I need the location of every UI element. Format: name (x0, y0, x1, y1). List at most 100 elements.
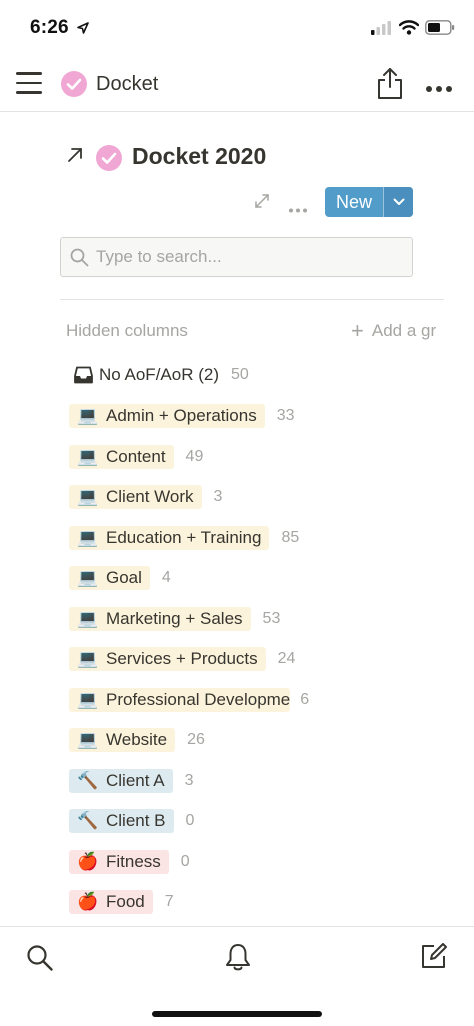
laptop-icon: 💻 (77, 690, 99, 709)
bell-icon[interactable] (224, 942, 252, 977)
new-button[interactable]: New (325, 187, 413, 217)
group-tag: 🔨 Client B (69, 809, 174, 833)
bottom-toolbar (0, 926, 474, 1026)
list-item[interactable]: 🔨 Client A 3 (0, 761, 474, 801)
laptop-icon: 💻 (77, 447, 99, 466)
group-count: 24 (277, 650, 296, 667)
search-input[interactable] (96, 244, 396, 270)
group-count: 26 (187, 731, 205, 748)
compose-icon[interactable] (420, 942, 448, 975)
chevron-down-icon[interactable] (383, 187, 413, 217)
location-arrow-icon (77, 21, 89, 39)
open-as-page-arrow-icon[interactable] (66, 146, 84, 169)
group-count: 7 (164, 893, 174, 910)
search-icon (70, 248, 89, 272)
apple-icon: 🍎 (77, 892, 99, 911)
nav-page-title[interactable]: Docket (96, 73, 158, 96)
laptop-icon: 💻 (77, 528, 99, 547)
laptop-icon: 💻 (77, 649, 99, 668)
list-item[interactable]: 💻 Marketing + Sales 53 (0, 599, 474, 639)
menu-icon[interactable] (16, 72, 42, 96)
search-field[interactable] (60, 237, 413, 277)
group-tag: 💻 Professional Developme (69, 688, 291, 712)
group-count: 49 (185, 448, 204, 465)
laptop-icon: 💻 (77, 609, 99, 628)
group-label: Content (106, 447, 166, 466)
laptop-icon: 💻 (77, 568, 99, 587)
group-label: Client A (106, 771, 165, 790)
expand-icon[interactable] (254, 193, 270, 214)
group-tag: 💻 Services + Products (69, 647, 266, 671)
add-group-button[interactable]: + Add a gr (351, 321, 444, 341)
status-time: 6:26 (30, 17, 69, 38)
home-indicator (152, 1011, 322, 1017)
new-button-label[interactable]: New (325, 187, 383, 217)
group-label: Education + Training (106, 528, 262, 547)
list-item[interactable]: No AoF/AoR (2) 50 (0, 355, 474, 395)
wifi-icon (398, 20, 420, 40)
list-item[interactable]: 🍎 Food 7 (0, 882, 474, 922)
more-options-icon[interactable] (425, 80, 453, 98)
cellular-signal-icon (371, 21, 393, 40)
plus-icon: + (351, 321, 364, 341)
group-count: 53 (262, 610, 281, 627)
group-label: Fitness (106, 852, 161, 871)
add-group-label: Add a gr (371, 321, 437, 340)
group-count: 4 (161, 569, 171, 586)
page-check-icon (95, 144, 123, 177)
group-tag: 🍎 Food (69, 890, 153, 914)
group-label: Client Work (106, 487, 194, 506)
group-count: 33 (276, 407, 295, 424)
group-count: 0 (185, 812, 195, 829)
group-label: Goal (106, 568, 142, 587)
group-tag: 💻 Content (69, 445, 174, 469)
group-tag: 💻 Client Work (69, 485, 202, 509)
group-tag: 🔨 Client A (69, 769, 173, 793)
search-icon[interactable] (26, 944, 54, 977)
group-tag: 💻 Marketing + Sales (69, 607, 251, 631)
group-tag: 💻 Website (69, 728, 176, 752)
laptop-icon: 💻 (77, 730, 99, 749)
group-label: No AoF/AoR (2) (99, 365, 219, 384)
group-tag: 🍎 Fitness (69, 850, 169, 874)
group-label: Services + Products (106, 649, 258, 668)
group-count: 0 (180, 853, 190, 870)
workspace-page-icon (60, 70, 88, 103)
list-item[interactable]: 💻 Professional Developme 6 (0, 680, 474, 720)
group-count: 50 (231, 366, 249, 383)
list-item[interactable]: 💻 Goal 4 (0, 558, 474, 598)
group-count: 3 (184, 772, 194, 789)
list-item[interactable]: 🔨 Client B 0 (0, 801, 474, 841)
list-item[interactable]: 💻 Services + Products 24 (0, 639, 474, 679)
list-item[interactable]: 💻 Website 26 (0, 720, 474, 760)
inbox-icon (74, 366, 93, 384)
list-item[interactable]: 🍎 Fitness 0 (0, 842, 474, 882)
battery-icon (425, 20, 455, 40)
list-item[interactable]: 💻 Content 49 (0, 437, 474, 477)
hammer-icon: 🔨 (77, 771, 99, 790)
group-count: 85 (281, 529, 300, 546)
page-title: Docket 2020 (132, 143, 267, 169)
list-item[interactable]: 💻 Admin + Operations 33 (0, 396, 474, 436)
list-item[interactable]: 💻 Education + Training 85 (0, 518, 474, 558)
group-label: Food (106, 892, 145, 911)
group-count: 6 (300, 691, 310, 708)
group-label: Admin + Operations (106, 406, 257, 425)
hammer-icon: 🔨 (77, 811, 99, 830)
group-label: Professional Developme (106, 690, 291, 709)
group-label: Client B (106, 811, 166, 830)
group-label: Website (106, 730, 168, 749)
group-tag: 💻 Goal (69, 566, 150, 590)
group-tag: 💻 Admin + Operations (69, 404, 265, 428)
top-navigation-bar: Docket (0, 58, 474, 112)
laptop-icon: 💻 (77, 406, 99, 425)
view-more-options-icon[interactable] (288, 200, 308, 218)
apple-icon: 🍎 (77, 852, 99, 871)
list-item[interactable]: 💻 Client Work 3 (0, 477, 474, 517)
status-bar: 6:26 (0, 0, 474, 58)
share-icon[interactable] (376, 66, 404, 105)
group-tag: 💻 Education + Training (69, 526, 270, 550)
hidden-columns-label: Hidden columns (66, 321, 188, 340)
group-label: Marketing + Sales (106, 609, 243, 628)
divider (60, 299, 444, 300)
